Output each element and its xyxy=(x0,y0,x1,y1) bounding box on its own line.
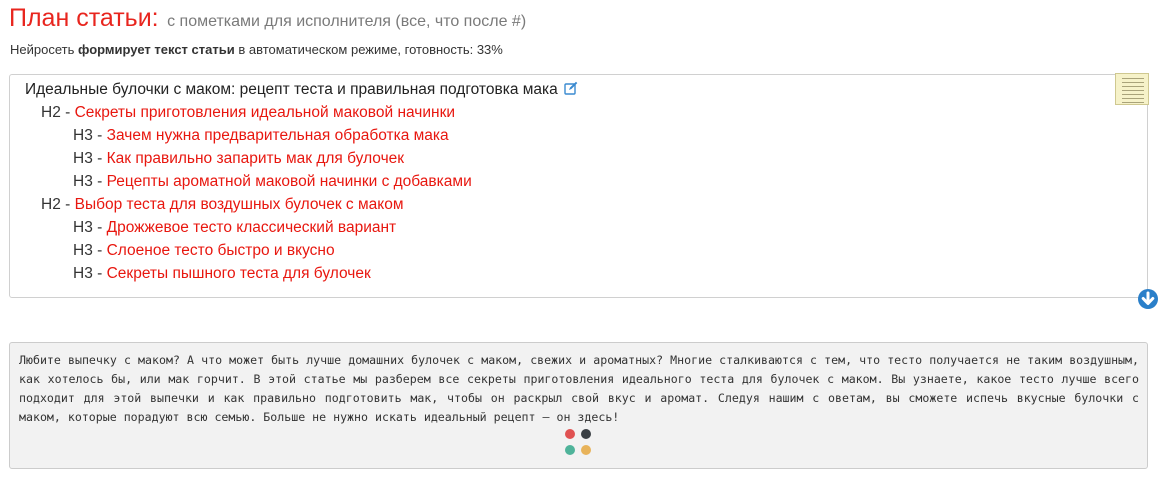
outline-row-h3: H3 - Зачем нужна предварительная обработ… xyxy=(73,126,449,146)
note-thumbnail-icon[interactable] xyxy=(1115,73,1149,105)
generated-text-panel: Любите выпечку с маком? А что может быть… xyxy=(9,342,1148,469)
article-outline: Идеальные булочки с маком: рецепт теста … xyxy=(9,73,1149,298)
loader-dot xyxy=(565,429,575,439)
heading-level: H3 xyxy=(73,173,93,190)
arrow-down-circle-icon xyxy=(1141,291,1155,305)
heading-separator: - xyxy=(92,219,107,236)
scroll-down-button[interactable] xyxy=(1138,289,1158,309)
heading-level: H3 xyxy=(73,150,93,167)
heading-text[interactable]: Рецепты ароматной маковой начинки с доба… xyxy=(107,173,472,190)
outline-row-h2: H2 - Выбор теста для воздушных булочек с… xyxy=(41,195,404,215)
article-intro-text: Любите выпечку с маком? А что может быть… xyxy=(19,353,1139,424)
edit-icon[interactable] xyxy=(564,81,578,95)
loader-dot xyxy=(581,429,591,439)
heading-text[interactable]: Зачем нужна предварительная обработка ма… xyxy=(107,127,449,144)
outline-row-h3: H3 - Слоеное тесто быстро и вкусно xyxy=(73,241,335,261)
outline-row-h3: H3 - Секреты пышного теста для булочек xyxy=(73,264,371,284)
outline-row-h3: H3 - Как правильно запарить мак для було… xyxy=(73,149,404,169)
heading-level: H3 xyxy=(73,265,93,282)
outline-row-h2: H2 - Секреты приготовления идеальной мак… xyxy=(41,103,455,123)
heading-level: H3 xyxy=(73,242,93,259)
page-title: План статьи: xyxy=(9,4,159,32)
generation-status: Нейросеть формирует текст статьи в автом… xyxy=(10,42,503,57)
article-plan-page: План статьи: с пометками для исполнителя… xyxy=(0,0,1162,486)
page-subtitle: с пометками для исполнителя (все, что по… xyxy=(167,13,527,30)
heading-level: H3 xyxy=(73,219,93,236)
loader-dot xyxy=(565,445,575,455)
heading-level: H3 xyxy=(73,127,93,144)
status-prefix: Нейросеть xyxy=(10,42,75,57)
heading-level: H2 xyxy=(41,196,61,213)
loading-indicator xyxy=(565,429,595,459)
outline-row-h3: H3 - Дрожжевое тесто классический вариан… xyxy=(73,218,396,238)
heading-text[interactable]: Как правильно запарить мак для булочек xyxy=(107,150,404,167)
heading-separator: - xyxy=(60,196,75,213)
heading-separator: - xyxy=(92,242,107,259)
heading-text[interactable]: Секреты приготовления идеальной маковой … xyxy=(75,104,455,121)
status-suffix: в автоматическом режиме, готовность: 33% xyxy=(238,42,503,57)
heading-text[interactable]: Дрожжевое тесто классический вариант xyxy=(107,219,397,236)
heading-text[interactable]: Слоеное тесто быстро и вкусно xyxy=(107,242,335,259)
outline-h1-text: Идеальные булочки с маком: рецепт теста … xyxy=(25,81,558,98)
plan-header: План статьи: с пометками для исполнителя… xyxy=(9,4,526,33)
heading-separator: - xyxy=(92,150,107,167)
outline-row-h3: H3 - Рецепты ароматной маковой начинки с… xyxy=(73,172,472,192)
outline-h1: Идеальные булочки с маком: рецепт теста … xyxy=(25,80,578,100)
heading-text[interactable]: Секреты пышного теста для булочек xyxy=(107,265,371,282)
loader-dot xyxy=(581,445,591,455)
heading-separator: - xyxy=(92,265,107,282)
heading-level: H2 xyxy=(41,104,61,121)
heading-separator: - xyxy=(92,127,107,144)
heading-text[interactable]: Выбор теста для воздушных булочек с мако… xyxy=(75,196,404,213)
heading-separator: - xyxy=(92,173,107,190)
status-bold: формирует текст статьи xyxy=(78,42,235,57)
heading-separator: - xyxy=(60,104,75,121)
